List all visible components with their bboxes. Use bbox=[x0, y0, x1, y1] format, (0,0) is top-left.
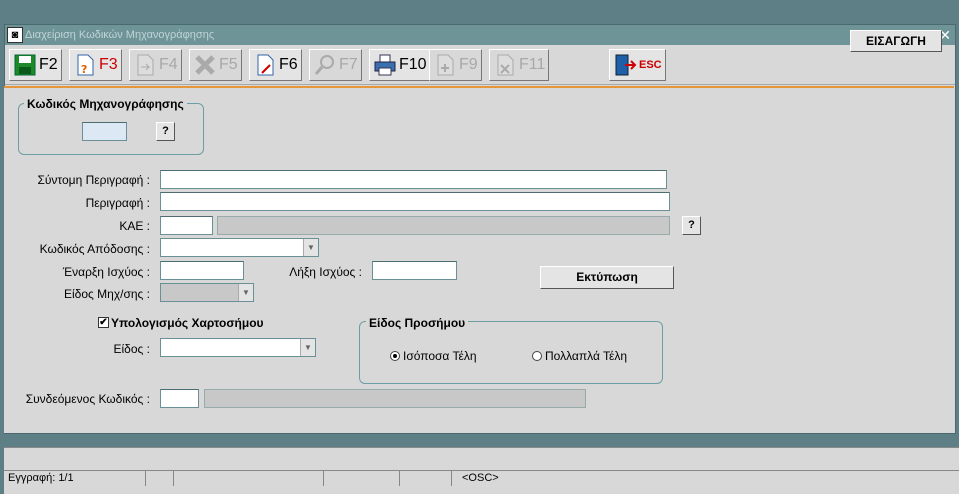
remove-record-button-label: F11 bbox=[519, 56, 546, 73]
add-record-button-label: F9 bbox=[459, 56, 478, 73]
status-bar: Εγγραφή: 1/1 <OSC> bbox=[4, 470, 959, 486]
delete-x-icon bbox=[193, 53, 217, 77]
short-desc-label: Σύντομη Περιγραφή : bbox=[37, 173, 150, 187]
document-arrow-icon bbox=[133, 53, 157, 77]
add-document-icon bbox=[433, 53, 457, 77]
linked-desc-field bbox=[204, 389, 586, 408]
exit-door-icon bbox=[613, 53, 637, 77]
record-indicator: Εγγραφή: 1/1 bbox=[4, 471, 146, 486]
print-toolbar-button-label: F10 bbox=[399, 56, 427, 73]
code-help-button[interactable]: ? bbox=[156, 122, 175, 141]
linked-code-label: Συνδεόμενος Κωδικός : bbox=[25, 392, 150, 406]
status-cell bbox=[174, 471, 324, 486]
query-button-label: F3 bbox=[99, 56, 118, 73]
edit-button-label: F6 bbox=[279, 56, 298, 73]
remove-document-icon bbox=[493, 53, 517, 77]
desc-label: Περιγραφή : bbox=[85, 196, 150, 210]
radio-equal-label[interactable]: Ισόποσα Τέλη bbox=[403, 349, 477, 363]
query-button[interactable]: ? F3 bbox=[69, 49, 122, 81]
add-record-button[interactable]: F9 bbox=[429, 49, 482, 81]
stamp-calc-label: Υπολογισμός Χαρτοσήμου bbox=[111, 316, 264, 330]
mech-type-select: ▼ bbox=[160, 283, 254, 302]
mode-status: <OSC> bbox=[462, 472, 499, 484]
remit-select[interactable]: ▼ bbox=[160, 238, 319, 257]
status-cell bbox=[324, 471, 400, 486]
desc-field[interactable] bbox=[160, 192, 670, 211]
start-date-field[interactable] bbox=[160, 261, 244, 280]
save-button[interactable]: F2 bbox=[9, 49, 62, 81]
save-button-label: F2 bbox=[39, 56, 58, 73]
edit-button[interactable]: F6 bbox=[249, 49, 302, 81]
title-bar[interactable]: ◙ Διαχείριση Κωδικών Μηχανογράφησης ✕ bbox=[5, 25, 955, 45]
toolbar: F2 ? F3 F4 F5 F6 F7 F10 F9 F11 ESC bbox=[5, 45, 955, 85]
stamp-calc-checkbox[interactable]: ✔ bbox=[98, 317, 109, 328]
svg-text:?: ? bbox=[81, 63, 87, 76]
type-select[interactable]: ▼ bbox=[160, 338, 316, 357]
mode-indicator: ΕΙΣΑΓΩΓΗ bbox=[850, 30, 942, 52]
code-field[interactable] bbox=[82, 122, 127, 141]
remove-record-button[interactable]: F11 bbox=[489, 49, 550, 81]
document-edit-icon bbox=[253, 53, 277, 77]
surcharge-group-title: Είδος Προσήμου bbox=[366, 316, 469, 330]
status-cell bbox=[146, 471, 174, 486]
exit-button[interactable]: ESC bbox=[609, 49, 666, 81]
radio-multiple-label[interactable]: Πολλαπλά Τέλη bbox=[545, 349, 627, 363]
end-label: Λήξη Ισχύος : bbox=[289, 265, 362, 279]
save-icon bbox=[13, 53, 37, 77]
chevron-down-icon[interactable]: ▼ bbox=[300, 339, 315, 356]
remit-label: Κωδικός Απόδοσης : bbox=[39, 242, 150, 256]
form-panel: Κωδικός Μηχανογράφησης ? Σύντομη Περιγρα… bbox=[4, 88, 954, 433]
printer-icon bbox=[373, 53, 397, 77]
chevron-down-icon[interactable]: ▼ bbox=[303, 239, 318, 256]
status-area: Εγγραφή: 1/1 <OSC> bbox=[4, 447, 959, 494]
window-title: Διαχείριση Κωδικών Μηχανογράφησης bbox=[25, 29, 215, 41]
delete-button-label: F5 bbox=[219, 56, 238, 73]
mech-type-label: Είδος Μηχ/σης : bbox=[64, 287, 150, 301]
kae-code-field[interactable] bbox=[160, 216, 213, 235]
status-cell bbox=[400, 471, 452, 486]
radio-equal[interactable] bbox=[390, 351, 400, 361]
print-button[interactable]: Εκτύπωση bbox=[540, 266, 674, 289]
exit-button-label: ESC bbox=[639, 59, 662, 71]
chevron-down-icon: ▼ bbox=[238, 284, 253, 301]
query-document-icon: ? bbox=[73, 53, 97, 77]
linked-code-field[interactable] bbox=[160, 389, 199, 408]
type-label: Είδος : bbox=[113, 342, 150, 356]
magnifier-icon bbox=[313, 53, 337, 77]
search-button-label: F7 bbox=[339, 56, 358, 73]
f4-button[interactable]: F4 bbox=[129, 49, 182, 81]
f4-button-label: F4 bbox=[159, 56, 178, 73]
kae-help-button[interactable]: ? bbox=[682, 216, 701, 235]
end-date-field[interactable] bbox=[372, 261, 457, 280]
app-icon: ◙ bbox=[7, 27, 23, 43]
kae-label: ΚΑΕ : bbox=[119, 219, 150, 233]
code-group-title: Κωδικός Μηχανογράφησης bbox=[24, 97, 187, 111]
kae-desc-field bbox=[217, 216, 670, 235]
delete-button[interactable]: F5 bbox=[189, 49, 242, 81]
print-toolbar-button[interactable]: F10 bbox=[369, 49, 431, 81]
short-desc-field[interactable] bbox=[160, 170, 667, 189]
search-button[interactable]: F7 bbox=[309, 49, 362, 81]
start-label: Έναρξη Ισχύος : bbox=[62, 265, 150, 279]
radio-multiple[interactable] bbox=[532, 351, 542, 361]
